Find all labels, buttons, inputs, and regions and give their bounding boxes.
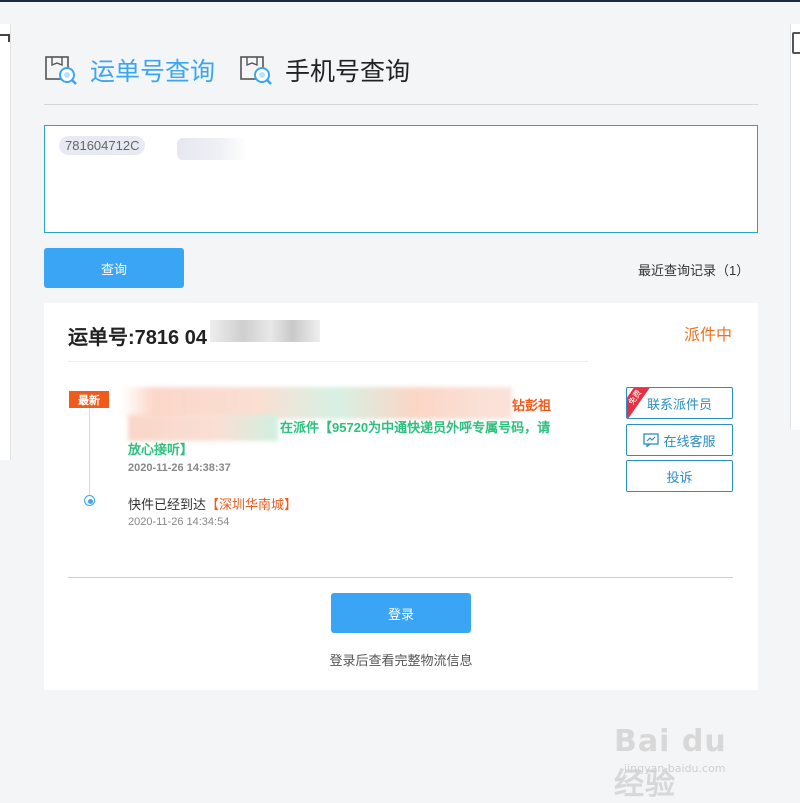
waybill-input[interactable]: 781604712C — [44, 125, 758, 233]
login-hint: 登录后查看完整物流信息 — [329, 653, 473, 668]
event-1-time: 2020-11-26 14:38:37 — [128, 462, 231, 474]
event-2-location: 【深圳华南城】 — [206, 497, 298, 512]
waybill-input-value: 781604712C — [59, 136, 146, 155]
right-side-panel — [790, 24, 800, 430]
login-button[interactable]: 登录 — [331, 593, 471, 633]
card-divider-bottom — [68, 577, 733, 578]
online-support-button[interactable]: 在线客服 — [626, 424, 733, 456]
complain-button[interactable]: 投诉 — [626, 460, 733, 492]
event-1-text-tail: 钻彭祖 — [512, 398, 552, 413]
watermark-url: jingyan.baidu.com — [624, 762, 726, 775]
tab-waybill-query[interactable]: 运单号查询 — [44, 52, 215, 88]
chat-icon — [643, 433, 660, 447]
timeline-line — [89, 407, 90, 497]
event-1-text-line3: 放心接听】 — [128, 442, 194, 457]
redaction-blur — [177, 138, 247, 160]
tab-phone-query[interactable]: 手机号查询 — [239, 52, 410, 88]
event-2-text: 快件已经到达【深圳华南城】 — [128, 494, 297, 513]
package-search-icon — [45, 56, 77, 85]
recent-history-link[interactable]: 最近查询记录（1） — [638, 260, 749, 279]
result-card: 运单号:7816 04 派件中 最新 钻彭祖 在派件【95720为中通快递员外呼… — [44, 303, 758, 690]
event-2-description: 快件已经到达 — [128, 497, 207, 512]
card-divider — [68, 361, 588, 362]
contact-courier-button[interactable]: 免费 联系派件员 — [626, 387, 733, 419]
timeline-dot — [84, 495, 95, 506]
query-tabs: 运单号查询 手机号查询 — [44, 50, 434, 90]
waybill-redaction — [210, 320, 320, 342]
top-border — [0, 0, 800, 2]
contact-courier-label: 联系派件员 — [646, 396, 712, 412]
online-support-label: 在线客服 — [663, 433, 716, 449]
complain-label: 投诉 — [666, 469, 693, 485]
latest-badge: 最新 — [69, 391, 109, 408]
right-panel-icon — [792, 32, 800, 54]
tab-waybill-label: 运单号查询 — [90, 58, 216, 86]
delivery-status: 派件中 — [684, 327, 733, 344]
query-button[interactable]: 查询 — [44, 248, 184, 288]
event-1-text-line2: 在派件【95720为中通快递员外呼专属号码，请 — [280, 420, 551, 435]
waybill-number: 运单号:7816 04 — [68, 327, 207, 349]
baidu-jingyan-watermark: Bai du 经验 jingyan.baidu.com — [614, 714, 764, 802]
left-side-panel — [0, 24, 11, 460]
left-panel-icon — [0, 34, 10, 42]
event-redaction — [128, 415, 278, 441]
tab-phone-label: 手机号查询 — [285, 58, 411, 86]
tabs-divider — [44, 104, 758, 105]
event-2-time: 2020-11-26 14:34:54 — [128, 516, 230, 528]
package-search-icon — [240, 56, 272, 85]
